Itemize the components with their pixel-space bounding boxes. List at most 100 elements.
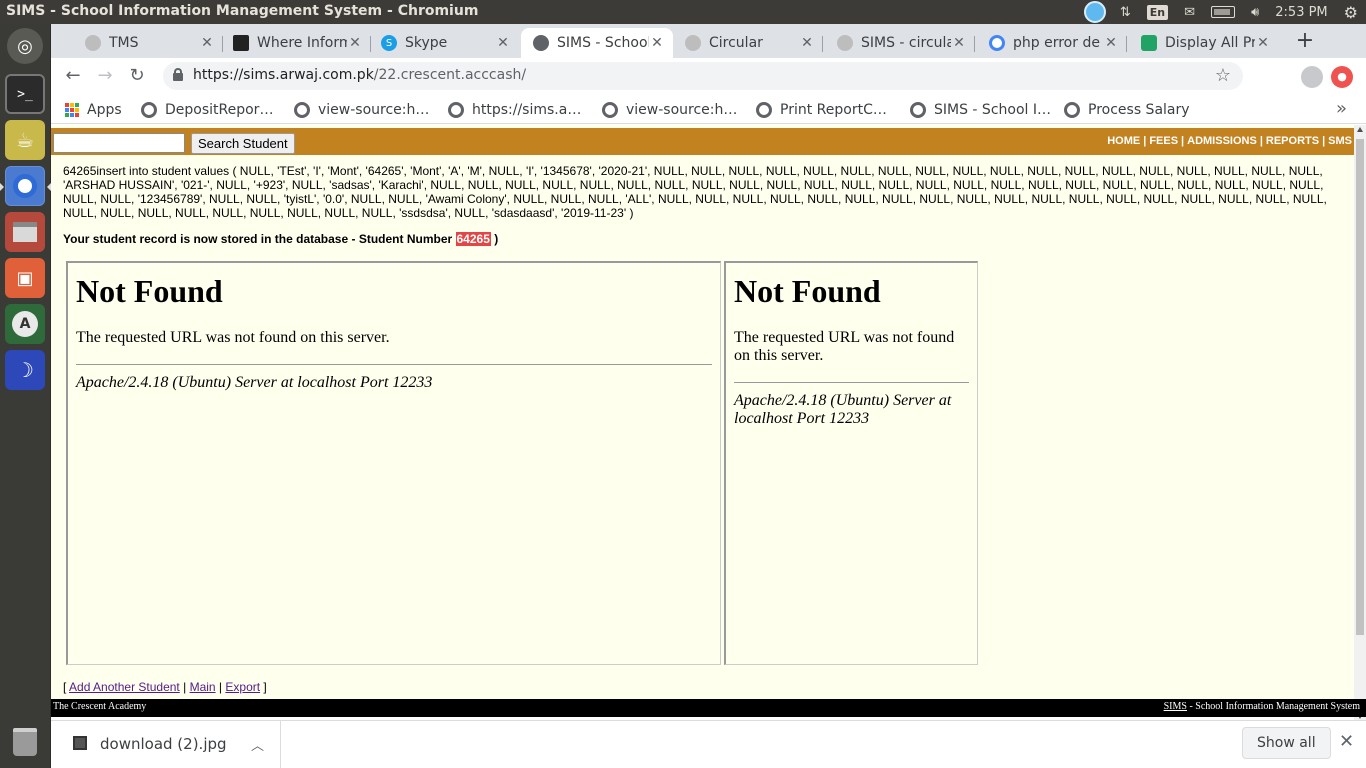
bookmark-item[interactable]: Print ReportC… [756, 100, 887, 120]
bookmark-label: view-source:h… [318, 102, 430, 118]
stored-message-suffix: ) [490, 232, 499, 246]
tab-title: php error de [1013, 35, 1100, 51]
student-number-badge: 64265 [455, 232, 491, 246]
bookmark-item[interactable]: view-source:h… [294, 100, 429, 120]
divider [76, 364, 712, 365]
page-viewport: Search Student HOME | FEES | ADMISSIONS | REPO… [51, 125, 1366, 699]
export-link[interactable]: Export [225, 680, 260, 694]
keyboard-layout-indicator[interactable]: En [1139, 0, 1176, 24]
tab-title: Display All Pr [1165, 35, 1255, 51]
chromium-window: TMS ✕ Where Inform ✕ S Skype ✕ SIMS - Sc… [51, 24, 1366, 768]
files-icon[interactable] [5, 212, 45, 252]
new-tab-plus-icon[interactable]: + [1291, 28, 1319, 56]
terminal-icon[interactable]: >_ [5, 74, 45, 114]
bookmark-item[interactable]: view-source:h… [602, 100, 737, 120]
nav-sms[interactable]: SMS [1328, 135, 1352, 147]
main-link[interactable]: Main [190, 680, 216, 694]
extension-red-icon[interactable]: ● [1331, 66, 1353, 88]
site-dark-icon [233, 35, 249, 51]
student-search-input[interactable] [53, 133, 185, 153]
skype-icon: S [381, 35, 397, 51]
close-icon[interactable]: ✕ [951, 35, 967, 51]
scrollbar-thumb[interactable] [1356, 139, 1364, 635]
volume-icon[interactable]: 🔊︎ [1243, 0, 1267, 24]
sql-debug-output: 64265insert into student values ( NULL, … [63, 164, 1327, 220]
system-tray: ⇅ En ✉ 🔊︎ 2:53 PM ⚙ [1078, 0, 1366, 24]
action-links: [ Add Another Student | Main | Export ] [63, 680, 267, 694]
nav-fees[interactable]: FEES [1149, 135, 1178, 147]
site-header-bar: Search Student HOME | FEES | ADMISSIONS | REPO… [51, 128, 1354, 155]
chromium-icon[interactable] [0, 166, 51, 206]
forward-arrow-icon[interactable]: → [91, 62, 119, 90]
not-found-heading: Not Found [734, 273, 881, 309]
nav-reports[interactable]: REPORTS [1266, 135, 1319, 147]
nav-home[interactable]: HOME [1107, 135, 1140, 147]
software-updater-icon[interactable]: A [5, 304, 45, 344]
tab-circular[interactable]: Circular ✕ [673, 28, 823, 58]
dash-icon[interactable]: ◎ [7, 28, 43, 64]
address-bar[interactable]: https://sims.arwaj.com.pk/22.crescent.ac… [163, 62, 1243, 90]
close-icon[interactable]: ✕ [649, 35, 665, 51]
search-student-button[interactable]: Search Student [191, 133, 295, 154]
close-icon[interactable]: ✕ [347, 35, 363, 51]
url-text[interactable]: https://sims.arwaj.com.pk/22.crescent.ac… [193, 67, 526, 83]
close-icon[interactable]: ✕ [1255, 35, 1271, 51]
settings-gear-icon[interactable]: ⚙ [1336, 0, 1366, 24]
image-viewer-icon[interactable]: ▣ [5, 258, 45, 298]
bookmark-label: SIMS - School I… [934, 102, 1051, 118]
page-scrollbar[interactable] [1354, 125, 1366, 723]
nav-admissions[interactable]: ADMISSIONS [1187, 135, 1257, 147]
skype-tray-icon[interactable] [1083, 1, 1106, 23]
close-icon[interactable]: ✕ [1339, 731, 1354, 752]
download-filename: download (2).jpg [100, 735, 227, 753]
network-icon[interactable]: ⇅ [1112, 0, 1139, 24]
bookmark-item[interactable]: https://sims.a… [448, 100, 581, 120]
bookmark-apps[interactable]: Apps [65, 100, 122, 120]
bookmark-item[interactable]: DepositRepor… [141, 100, 273, 120]
footer-system-label: - School Information Management System [1186, 701, 1360, 712]
back-arrow-icon[interactable]: ← [59, 62, 87, 90]
teapot-icon[interactable]: ☕ [5, 120, 45, 160]
bookmark-item[interactable]: SIMS - School I… [910, 100, 1051, 120]
scroll-up-arrow-icon[interactable] [1357, 127, 1363, 132]
globe-icon [294, 102, 310, 118]
trash-icon[interactable] [5, 722, 45, 762]
close-icon[interactable]: ✕ [1103, 35, 1119, 51]
bookmark-star-icon[interactable]: ☆ [1215, 65, 1231, 86]
close-icon[interactable]: ✕ [799, 35, 815, 51]
tab-title: Where Inform [257, 35, 347, 51]
tab-sims-school[interactable]: SIMS - School ✕ [521, 28, 673, 58]
tab-sims-circular[interactable]: SIMS - circula ✕ [825, 28, 975, 58]
download-item[interactable]: download (2).jpg ︿ [51, 721, 281, 768]
close-icon[interactable]: ✕ [199, 35, 215, 51]
footer-sims-abbr[interactable]: SIMS [1164, 701, 1187, 712]
tab-php-error[interactable]: php error de ✕ [977, 28, 1127, 58]
green-leaf-icon [1141, 35, 1157, 51]
mail-icon[interactable]: ✉ [1176, 0, 1203, 24]
bookmark-item[interactable]: Process Salary [1064, 100, 1190, 120]
browser-toolbar: ← → ↻ https://sims.arwaj.com.pk/22.cresc… [51, 58, 1366, 94]
tab-display-all[interactable]: Display All Pr ✕ [1129, 28, 1279, 58]
battery-icon[interactable] [1203, 0, 1243, 24]
chevron-up-icon[interactable]: ︿ [251, 735, 264, 754]
show-all-button[interactable]: Show all [1242, 727, 1331, 759]
not-found-heading: Not Found [76, 273, 223, 309]
clock[interactable]: 2:53 PM [1267, 0, 1335, 24]
bookmark-label: Print ReportC… [780, 102, 887, 118]
close-icon[interactable]: ✕ [495, 35, 511, 51]
globe-icon [85, 35, 101, 51]
add-another-student-link[interactable]: Add Another Student [69, 680, 180, 694]
tab-skype[interactable]: S Skype ✕ [369, 28, 519, 58]
site-footer: The Crescent Academy SIMS - School Infor… [51, 699, 1366, 717]
tab-where-inform[interactable]: Where Inform ✕ [221, 28, 371, 58]
tab-strip: TMS ✕ Where Inform ✕ S Skype ✕ SIMS - Sc… [51, 24, 1366, 58]
profile-avatar-icon[interactable] [1301, 66, 1323, 88]
google-icon [989, 35, 1005, 51]
bookmarks-overflow-icon[interactable]: » [1336, 98, 1347, 119]
blue-app-icon[interactable]: ☽ [5, 350, 45, 390]
keyboard-layout-label: En [1146, 4, 1169, 20]
bookmark-label: view-source:h… [626, 102, 738, 118]
tab-tms[interactable]: TMS ✕ [73, 28, 223, 58]
reload-icon[interactable]: ↻ [123, 62, 151, 90]
globe-icon [910, 102, 926, 118]
